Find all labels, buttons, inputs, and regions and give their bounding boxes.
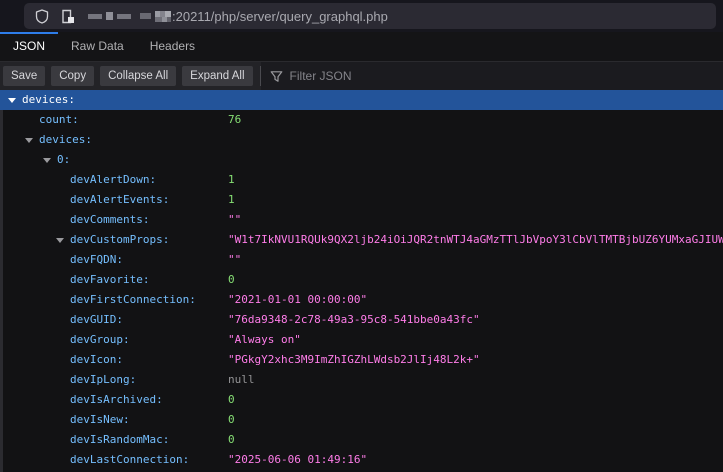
tab-raw-data[interactable]: Raw Data	[58, 32, 137, 61]
json-value: 0	[228, 413, 235, 426]
json-row-devFQDN[interactable]: devFQDN ""	[0, 250, 723, 270]
json-key: devFirstConnection	[70, 293, 196, 306]
tab-json[interactable]: JSON	[0, 32, 58, 61]
tab-headers[interactable]: Headers	[137, 32, 208, 61]
json-value: 76	[228, 113, 241, 126]
json-key: devGUID	[70, 313, 123, 326]
json-row-devFirstConnection[interactable]: devFirstConnection "2021-01-01 00:00:00"	[0, 290, 723, 310]
copy-button[interactable]: Copy	[51, 66, 94, 86]
json-key: devIsNew	[70, 413, 130, 426]
json-key: 0	[57, 153, 70, 166]
json-key: devGroup	[70, 333, 130, 346]
json-value: 0	[228, 433, 235, 446]
redacted-host	[88, 11, 171, 22]
json-value: "76da9348-2c78-49a3-95c8-541bbe0a43fc"	[228, 313, 480, 326]
expander-icon[interactable]	[56, 238, 64, 243]
json-row-devices[interactable]: devices	[0, 130, 723, 150]
shield-icon[interactable]	[35, 9, 49, 24]
json-row-devAlertDown[interactable]: devAlertDown 1	[0, 170, 723, 190]
json-row-devComments[interactable]: devComments ""	[0, 210, 723, 230]
filter-json-input[interactable]: Filter JSON	[261, 62, 723, 90]
json-row-devIpLong[interactable]: devIpLong null	[0, 370, 723, 390]
json-key: devFavorite	[70, 273, 149, 286]
json-value: "2021-01-01 00:00:00"	[228, 293, 367, 306]
json-row-devGroup[interactable]: devGroup "Always on"	[0, 330, 723, 350]
save-button[interactable]: Save	[3, 66, 45, 86]
expander-icon[interactable]	[43, 158, 51, 163]
json-value: "PGkgY2xhc3M9ImZhIGZhLWdsb2JlIj48L2k+"	[228, 353, 480, 366]
browser-toolbar: :20211/php/server/query_graphql.php	[0, 0, 723, 32]
json-key: devIcon	[70, 353, 123, 366]
json-row-devFavorite[interactable]: devFavorite 0	[0, 270, 723, 290]
json-value: "W1t7IkNVU1RQUk9QX2ljb24iOiJQR2tnWTJ4aGM…	[228, 233, 723, 246]
filter-funnel-icon	[270, 70, 283, 83]
jsonviewer-tabbar: JSON Raw Data Headers	[0, 32, 723, 62]
json-key: devIsArchived	[70, 393, 163, 406]
json-key: devices	[22, 93, 75, 106]
json-key: devAlertDown	[70, 173, 156, 186]
json-value: 1	[228, 173, 235, 186]
jsonviewer-toolbar: Save Copy Collapse All Expand All Filter…	[0, 62, 723, 90]
json-key: devLastConnection	[70, 453, 189, 466]
json-key: devices	[39, 133, 92, 146]
json-value: "Always on"	[228, 333, 301, 346]
url-bar[interactable]: :20211/php/server/query_graphql.php	[24, 3, 716, 29]
json-key: devCustomProps	[70, 233, 169, 246]
json-key: devIsRandomMac	[70, 433, 169, 446]
json-row-devLastConnection[interactable]: devLastConnection "2025-06-06 01:49:16"	[0, 450, 723, 470]
json-row-devAlertEvents[interactable]: devAlertEvents 1	[0, 190, 723, 210]
json-row-devIsRandomMac[interactable]: devIsRandomMac 0	[0, 430, 723, 450]
json-key: count	[39, 113, 79, 126]
json-key: devComments	[70, 213, 149, 226]
filter-placeholder: Filter JSON	[290, 69, 352, 83]
collapse-all-button[interactable]: Collapse All	[100, 66, 176, 86]
page-info-icon[interactable]	[61, 9, 75, 24]
json-row-devices[interactable]: devices	[0, 90, 723, 110]
json-value: ""	[228, 253, 241, 266]
json-key: devFQDN	[70, 253, 123, 266]
json-row-devIsArchived[interactable]: devIsArchived 0	[0, 390, 723, 410]
json-row-devIsNew[interactable]: devIsNew 0	[0, 410, 723, 430]
json-value: 0	[228, 393, 235, 406]
json-key: devAlertEvents	[70, 193, 169, 206]
json-value: ""	[228, 213, 241, 226]
expander-icon[interactable]	[8, 98, 16, 103]
json-row-devGUID[interactable]: devGUID "76da9348-2c78-49a3-95c8-541bbe0…	[0, 310, 723, 330]
json-row-devCustomProps[interactable]: devCustomProps "W1t7IkNVU1RQUk9QX2ljb24i…	[0, 230, 723, 250]
json-row-devIcon[interactable]: devIcon "PGkgY2xhc3M9ImZhIGZhLWdsb2JlIj4…	[0, 350, 723, 370]
json-value: 0	[228, 273, 235, 286]
json-row-count[interactable]: count 76	[0, 110, 723, 130]
json-tree: devices count 76 devices 0 devAlertDown …	[0, 90, 723, 472]
url-text: :20211/php/server/query_graphql.php	[172, 9, 388, 24]
expand-all-button[interactable]: Expand All	[182, 66, 252, 86]
json-key: devIpLong	[70, 373, 136, 386]
json-value: null	[228, 373, 255, 386]
json-row-0[interactable]: 0	[0, 150, 723, 170]
json-value: 1	[228, 193, 235, 206]
expander-icon[interactable]	[25, 138, 33, 143]
json-value: "2025-06-06 01:49:16"	[228, 453, 367, 466]
